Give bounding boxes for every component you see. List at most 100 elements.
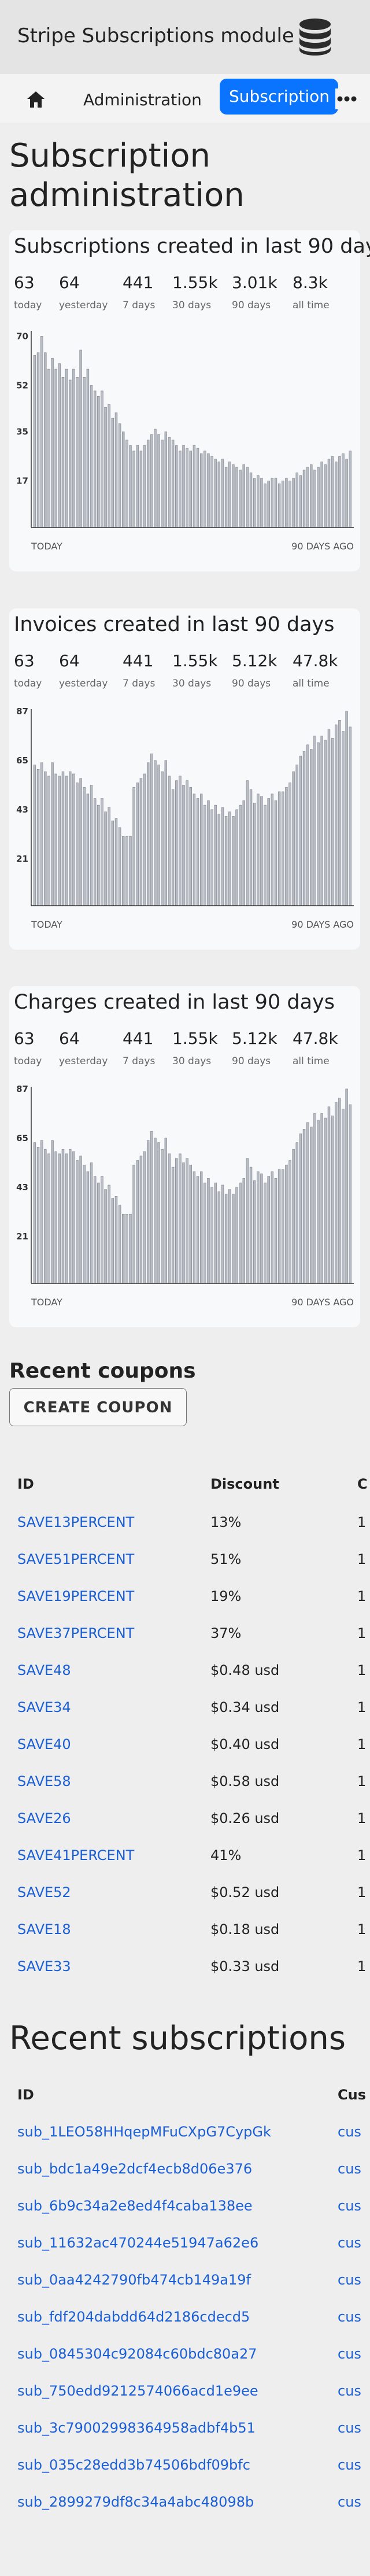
bar-chart: 21 43 65 87 TODAY 90 DAYS AGO	[16, 1084, 354, 1308]
stat-value: 1.55k	[172, 1029, 218, 1048]
coupon-id-link[interactable]: SAVE48	[17, 1662, 71, 1678]
stat-value: 5.12k	[232, 651, 278, 670]
chart-bar	[214, 1182, 217, 1284]
home-icon[interactable]	[25, 89, 46, 110]
app-title: Stripe Subscriptions module	[17, 24, 294, 47]
chart-bar	[125, 836, 128, 906]
chart-bar	[171, 1167, 175, 1284]
chart-bar	[139, 1156, 143, 1284]
coupon-id-link[interactable]: SAVE41PERCENT	[17, 1847, 134, 1863]
chart-bar	[104, 407, 107, 528]
subscription-id-link[interactable]: sub_750edd9212574066acd1e9ee	[17, 2383, 258, 2399]
subscription-id-link[interactable]: sub_3c79002998364958adbf4b51	[17, 2420, 256, 2436]
subscription-id-link[interactable]: sub_6b9c34a2e8ed4f4caba138ee	[17, 2198, 253, 2214]
chart-bar	[72, 368, 75, 528]
chart-bar	[292, 771, 295, 906]
chart-bar	[150, 1131, 153, 1284]
chart-bar	[83, 1164, 86, 1284]
chart-bar	[47, 368, 50, 528]
chart-bar	[320, 462, 323, 528]
chart-bar	[242, 800, 245, 906]
nav-subscription-admin[interactable]: Subscription admin	[220, 79, 338, 115]
chart-bar	[175, 445, 178, 528]
chart-bar	[317, 467, 320, 528]
chart-bar	[179, 451, 182, 528]
chart-bar	[214, 459, 217, 528]
customer-link[interactable]: cus	[338, 2420, 361, 2436]
chart-bar	[44, 1149, 47, 1284]
chart-bar	[331, 737, 334, 906]
chart-bar	[214, 804, 217, 906]
chart-bar	[199, 1171, 203, 1284]
coupon-id-link[interactable]: SAVE37PERCENT	[17, 1625, 134, 1641]
chart-bar	[204, 804, 206, 906]
coupon-id-link[interactable]: SAVE51PERCENT	[17, 1551, 134, 1567]
chart-bar	[69, 379, 72, 528]
subscription-id-link[interactable]: sub_035c28edd3b74506bdf09bfc	[17, 2457, 250, 2473]
chart-bar	[349, 451, 352, 528]
customer-link[interactable]: cus	[338, 2346, 361, 2362]
customer-link[interactable]: cus	[338, 2309, 361, 2325]
coupon-id-link[interactable]: SAVE18	[17, 1921, 71, 1937]
chart-bar	[217, 1191, 221, 1284]
stat-label: 7 days	[123, 1056, 156, 1067]
stat-label: yesterday	[59, 1056, 108, 1067]
coupon-extra: 1	[357, 1773, 367, 1789]
coupon-discount: $0.52 usd	[210, 1884, 280, 1900]
chart-bar	[242, 464, 245, 528]
chart-bar	[324, 464, 327, 528]
coupon-discount: $0.26 usd	[210, 1810, 280, 1826]
customer-link[interactable]: cus	[338, 2494, 361, 2510]
customer-link[interactable]: cus	[338, 2383, 361, 2399]
chart-bar	[168, 776, 171, 906]
chart-bar	[111, 418, 114, 528]
chart-bar	[342, 453, 345, 528]
coupon-discount: $0.33 usd	[210, 1958, 280, 1975]
subscription-id-link[interactable]: sub_11632ac470244e51947a62e6	[17, 2235, 258, 2251]
chart-bar	[136, 445, 139, 528]
chart-bar	[302, 470, 306, 528]
coupon-id-link[interactable]: SAVE58	[17, 1773, 71, 1789]
subscription-id-link[interactable]: sub_0aa4242790fb474cb149a19f	[17, 2272, 251, 2288]
subscription-id-link[interactable]: sub_1LEO58HHqepMFuCXpG7CypGk	[17, 2124, 271, 2140]
chart-bar	[310, 1127, 313, 1284]
bar-chart: 21 43 65 87 TODAY 90 DAYS AGO	[16, 706, 354, 930]
chart-bar	[207, 800, 210, 906]
coupon-id-link[interactable]: SAVE34	[17, 1699, 71, 1715]
more-horizontal-icon[interactable]	[335, 88, 358, 109]
customer-link[interactable]: cus	[338, 2457, 361, 2473]
customer-link[interactable]: cus	[338, 2272, 361, 2288]
stat-value: 63	[14, 651, 35, 670]
customer-link[interactable]: cus	[338, 2124, 361, 2140]
y-tick-label: 65	[16, 1133, 28, 1143]
create-coupon-button[interactable]: CREATE COUPON	[9, 1388, 187, 1426]
stat-value: 64	[59, 1029, 80, 1048]
chart-bar	[61, 1149, 65, 1284]
chart-bar	[122, 431, 125, 528]
coupon-id-link[interactable]: SAVE33	[17, 1958, 71, 1975]
coupon-id-link[interactable]: SAVE40	[17, 1736, 71, 1752]
subscription-id-link[interactable]: sub_2899279df8c34a4abc48098b	[17, 2494, 254, 2510]
coupon-id-link[interactable]: SAVE13PERCENT	[17, 1514, 134, 1530]
chart-bar	[101, 1176, 103, 1284]
customer-link[interactable]: cus	[338, 2198, 361, 2214]
subscription-id-link[interactable]: sub_bdc1a49e2dcf4ecb8d06e376	[17, 2161, 252, 2177]
stat-label: yesterday	[59, 678, 108, 689]
subscription-id-link[interactable]: sub_fdf204dabdd64d2186cdecd5	[17, 2309, 250, 2325]
customer-link[interactable]: cus	[338, 2161, 361, 2177]
coupon-discount: 19%	[210, 1588, 242, 1604]
coupons-header: C	[357, 1476, 368, 1492]
customer-link[interactable]: cus	[338, 2235, 361, 2251]
coupon-id-link[interactable]: SAVE26	[17, 1810, 71, 1826]
subscription-id-link[interactable]: sub_0845304c92084c60bdc80a27	[17, 2346, 257, 2362]
nav-administration[interactable]: Administration	[83, 90, 202, 109]
database-icon	[299, 19, 331, 56]
chart-bar	[86, 1171, 90, 1284]
chart-bar	[239, 804, 242, 906]
coupon-id-link[interactable]: SAVE19PERCENT	[17, 1588, 134, 1604]
chart-bar	[171, 440, 175, 528]
chart-bar	[189, 787, 192, 906]
chart-bar	[271, 1171, 274, 1284]
coupon-id-link[interactable]: SAVE52	[17, 1884, 71, 1900]
chart-bar	[221, 1184, 224, 1284]
